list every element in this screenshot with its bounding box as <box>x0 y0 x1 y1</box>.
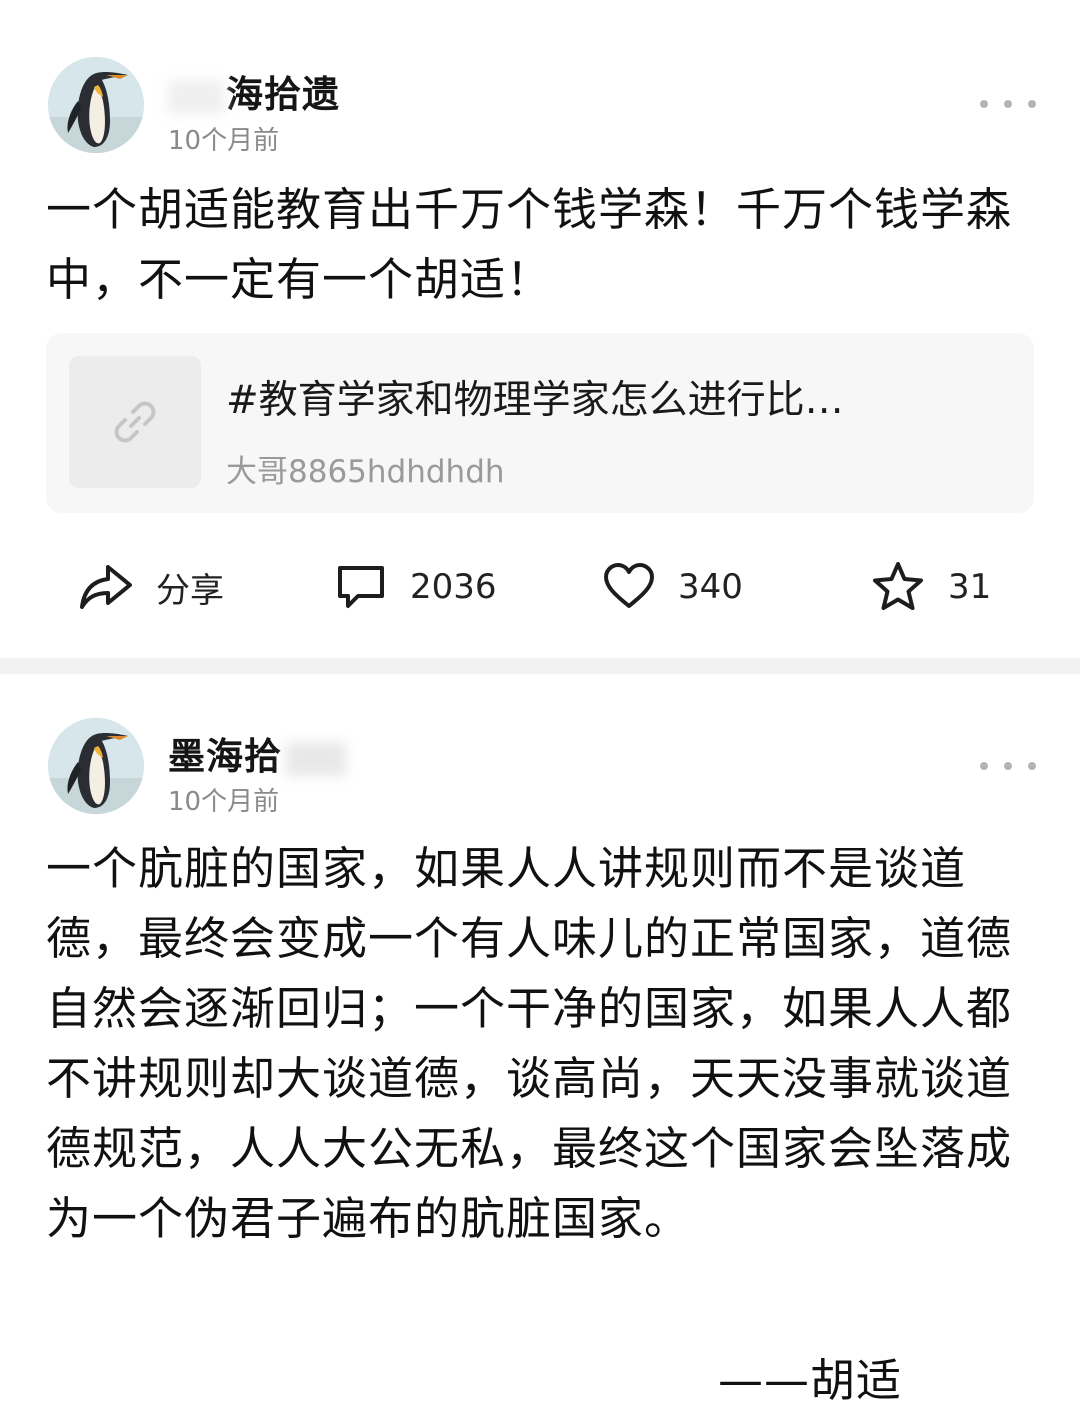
like-count: 340 <box>678 567 743 607</box>
username[interactable]: 墨海拾 <box>168 726 346 780</box>
dot-icon <box>1004 100 1012 108</box>
post-card: 海拾遗 10个月前 一个胡适能教育出千万个钱学森！千万个钱学森中，不一定有一个胡… <box>0 0 1080 658</box>
share-icon <box>80 565 132 609</box>
comment-icon <box>338 566 384 608</box>
avatar[interactable] <box>48 57 144 153</box>
link-icon <box>114 401 156 443</box>
dot-icon <box>980 762 988 770</box>
share-button[interactable]: 分享 <box>78 555 224 619</box>
favorite-button[interactable]: 31 <box>870 555 991 619</box>
share-label: 分享 <box>156 570 224 611</box>
more-options-button[interactable] <box>980 754 1036 778</box>
more-options-button[interactable] <box>980 92 1036 116</box>
dot-icon <box>1028 762 1036 770</box>
blurred-name-part <box>286 741 346 776</box>
penguin-avatar-image <box>48 718 144 814</box>
link-title: #教育学家和物理学家怎么进行比… <box>226 378 844 423</box>
dot-icon <box>1028 100 1036 108</box>
comment-count: 2036 <box>410 567 497 607</box>
username-text: 墨海拾 <box>168 735 282 778</box>
action-bar: 分享 2036 340 31 <box>0 555 1080 619</box>
quote-signature: ——胡适 <box>718 1354 903 1407</box>
star-icon <box>873 562 923 610</box>
post-time: 10个月前 <box>168 787 280 817</box>
post-content: 一个肮脏的国家，如果人人讲规则而不是谈道德，最终会变成一个有人味儿的正常国家，道… <box>46 842 1013 1245</box>
post-time: 10个月前 <box>168 126 280 156</box>
link-card[interactable]: #教育学家和物理学家怎么进行比… 大哥8865hdhdhdh <box>46 333 1034 513</box>
like-button[interactable]: 340 <box>602 555 743 619</box>
link-author: 大哥8865hdhdhdh <box>226 454 505 490</box>
dot-icon <box>1004 762 1012 770</box>
avatar[interactable] <box>48 718 144 814</box>
post-content: 一个胡适能教育出千万个钱学森！千万个钱学森中，不一定有一个胡适！ <box>46 183 1013 306</box>
heart-icon <box>604 563 654 608</box>
dot-icon <box>980 100 988 108</box>
favorite-count: 31 <box>948 567 992 607</box>
username[interactable]: 海拾遗 <box>168 64 340 118</box>
comment-button[interactable]: 2036 <box>334 555 497 619</box>
penguin-avatar-image <box>48 57 144 153</box>
blurred-name-part <box>168 79 224 114</box>
link-thumbnail <box>69 356 201 488</box>
post-card: 墨海拾 10个月前 一个肮脏的国家，如果人人讲规则而不是谈道德，最终会变成一个有… <box>0 674 1080 1403</box>
username-text: 海拾遗 <box>226 73 340 116</box>
post-divider <box>0 658 1080 674</box>
